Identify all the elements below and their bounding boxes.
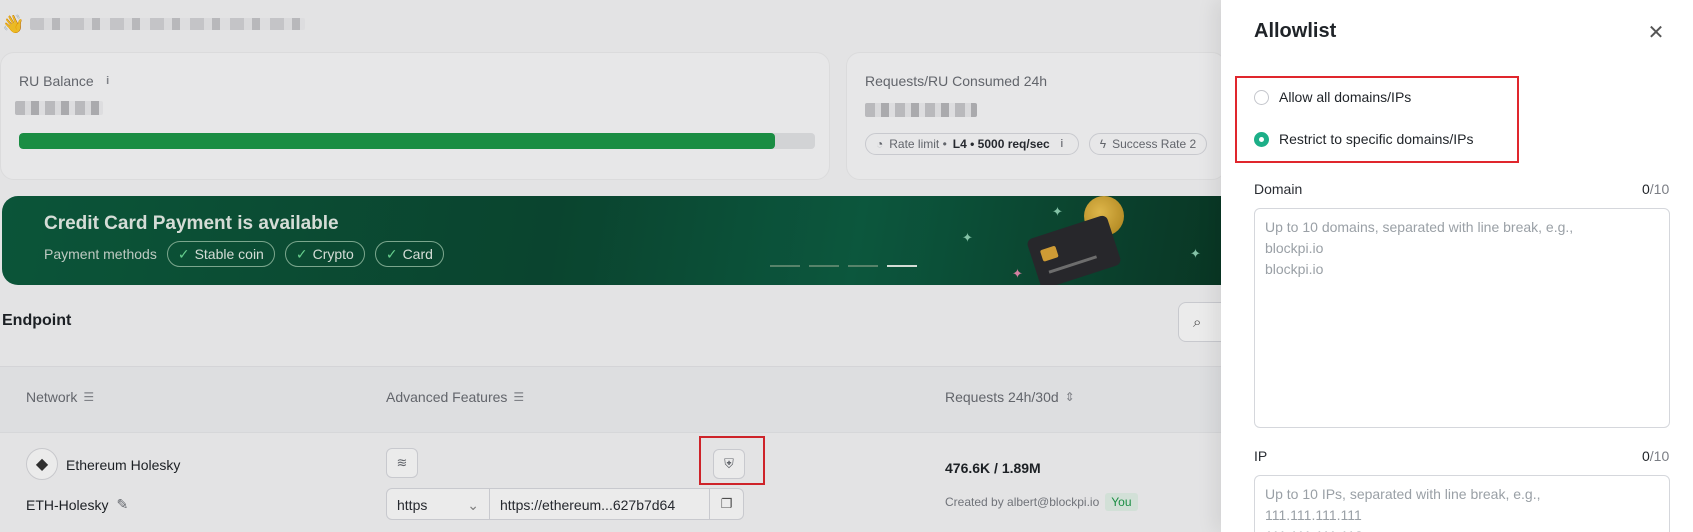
radio-allow-all[interactable]: Allow all domains/IPs [1254, 89, 1411, 105]
ip-textarea[interactable]: Up to 10 IPs, separated with line break,… [1254, 475, 1670, 532]
ip-label: IP [1254, 448, 1268, 464]
ip-count: 0/10 [1642, 448, 1670, 464]
radio-button[interactable] [1254, 131, 1269, 147]
drawer-title: Allowlist [1254, 20, 1337, 42]
modal-backdrop[interactable] [0, 0, 1221, 532]
domain-textarea[interactable]: Up to 10 domains, separated with line br… [1254, 208, 1670, 428]
dashboard-background: 👋 RU Balance i Requests/RU Consumed 24h … [0, 0, 1238, 532]
radio-restrict-specific[interactable]: Restrict to specific domains/IPs [1254, 131, 1474, 147]
domain-label: Domain [1254, 181, 1303, 197]
allowlist-drawer: Allowlist ✕ Allow all domains/IPs Restri… [1221, 0, 1693, 532]
close-icon[interactable]: ✕ [1644, 20, 1668, 44]
radio-button[interactable] [1254, 89, 1269, 105]
domain-count: 0/10 [1642, 181, 1670, 197]
